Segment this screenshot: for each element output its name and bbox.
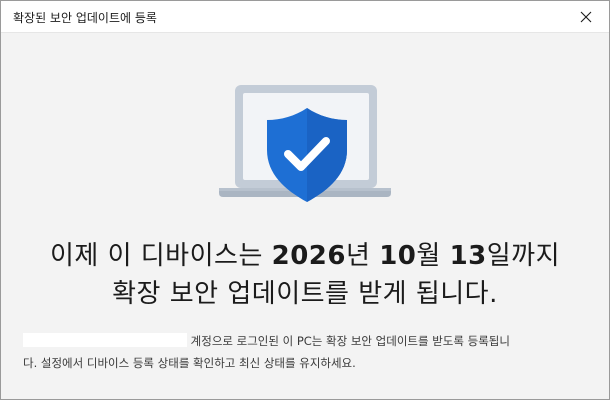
redacted-account <box>23 333 187 347</box>
headline-line-2: 확장 보안 업데이트를 받게 됩니다. <box>112 279 498 309</box>
description: 계정으로 로그인된 이 PC는 확장 보안 업데이트를 받도록 등록됩니 다. … <box>23 330 579 374</box>
headline-year-suffix: 년 <box>346 241 380 271</box>
window-title: 확장된 보안 업데이트에 등록 <box>13 11 157 25</box>
description-line-2: 다. 설정에서 디바이스 등록 상태를 확인하고 최신 상태를 유지하세요. <box>23 356 356 370</box>
description-line-1: 계정으로 로그인된 이 PC는 확장 보안 업데이트를 받도록 등록됩니 <box>23 330 579 352</box>
title-bar: 확장된 보안 업데이트에 등록 <box>1 1 609 33</box>
headline-day: 13 <box>449 241 487 271</box>
headline-day-suffix: 일까지 <box>486 241 561 271</box>
headline: 이제 이 디바이스는 2026년 10월 13일까지 확장 보안 업데이트를 받… <box>1 237 609 313</box>
headline-month: 10 <box>379 241 417 271</box>
laptop-shield-check-icon <box>219 85 391 202</box>
headline-month-suffix: 월 <box>416 241 450 271</box>
headline-line-1: 이제 이 디바이스는 2026년 10월 13일까지 <box>1 237 609 275</box>
headline-prefix: 이제 이 디바이스는 <box>49 241 272 271</box>
description-text-1: 계정으로 로그인된 이 PC는 확장 보안 업데이트를 받도록 등록됩니 <box>190 334 510 348</box>
close-icon <box>580 11 592 22</box>
dialog-content: 이제 이 디바이스는 2026년 10월 13일까지 확장 보안 업데이트를 받… <box>1 33 609 399</box>
close-button[interactable] <box>563 1 609 32</box>
dialog-window: 확장된 보안 업데이트에 등록 이제 이 디바이스는 2026년 10월 13일… <box>0 0 610 400</box>
headline-year: 2026 <box>271 241 346 271</box>
